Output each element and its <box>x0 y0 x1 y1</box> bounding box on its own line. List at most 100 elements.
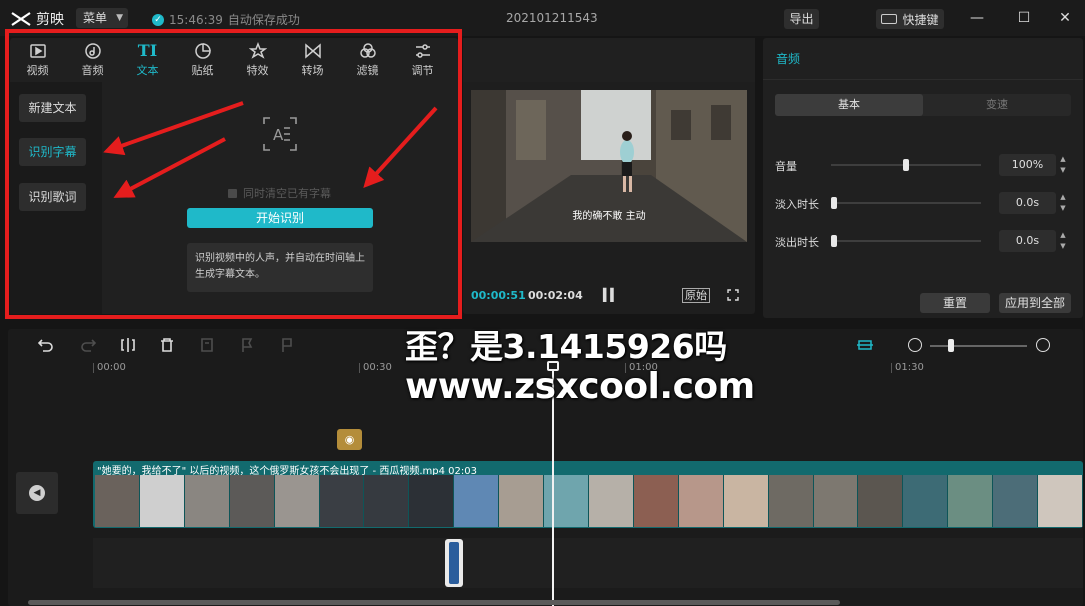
divider <box>763 79 1083 80</box>
fade-in-stepper[interactable]: ▲ ▼ <box>1057 192 1069 214</box>
delete-icon[interactable] <box>159 337 175 353</box>
thumbnail <box>544 475 589 527</box>
save-time: 15:46:39 <box>169 12 223 27</box>
fade-in-value[interactable]: 0.0s <box>999 192 1056 214</box>
clip-thumbnails <box>95 475 1083 527</box>
track-mute-button[interactable]: ◀ <box>16 472 58 514</box>
tab-basic[interactable]: 基本 <box>775 94 923 116</box>
fade-out-slider-handle[interactable] <box>831 235 837 247</box>
tool-label: 音频 <box>81 64 104 77</box>
fade-in-label: 淡入时长 <box>775 198 819 211</box>
thumbnail <box>678 475 724 527</box>
thumbnail <box>588 475 634 527</box>
aspect-original-button[interactable]: 原始 <box>682 288 710 303</box>
audio-icon <box>84 43 101 59</box>
adjust-icon <box>415 44 430 58</box>
start-recognize-button[interactable]: 开始识别 <box>187 208 373 228</box>
watermark-overlay: 歪？是3.1415926吗 www.zsxcool.com <box>405 327 785 407</box>
tool-effects[interactable]: 特效 <box>230 38 285 82</box>
thumbnail <box>948 475 994 527</box>
maximize-icon[interactable]: ☐ <box>1012 7 1036 29</box>
filter-icon <box>359 43 376 58</box>
volume-slider[interactable] <box>831 159 981 171</box>
shortcut-button[interactable]: 快捷键 <box>876 9 944 29</box>
media-toolbar: 视频 音频 TI 文本 贴纸 特效 转场 滤镜 调节 <box>10 38 458 82</box>
resource-panel: 视频 音频 TI 文本 贴纸 特效 转场 滤镜 调节 新建文本 识别字幕 识别歌… <box>10 38 458 314</box>
volume-value[interactable]: 100% <box>999 154 1056 176</box>
thumbnail <box>723 475 769 527</box>
export-button[interactable]: 导出 <box>784 9 819 29</box>
app-window: 剪映 菜单 ▼ ✓ 15:46:39 自动保存成功 202101211543 导出… <box>0 0 1085 606</box>
thumbnail <box>95 475 140 527</box>
freeze-frame-icon[interactable] <box>199 337 215 353</box>
ruler-label: 00:00 <box>97 362 126 373</box>
reset-button[interactable]: 重置 <box>920 293 990 313</box>
tool-adjust[interactable]: 调节 <box>395 38 450 82</box>
thumbnail <box>229 475 275 527</box>
audio-track[interactable] <box>93 538 1083 588</box>
thumbnail <box>858 475 904 527</box>
main-menu-button[interactable]: 菜单 ▼ <box>76 8 128 28</box>
subtitle-overlay: 我的确不敢 主动 <box>572 211 646 222</box>
thumbnail <box>633 475 679 527</box>
effect-clip[interactable]: ◉ <box>337 429 362 450</box>
thumbnail <box>768 475 814 527</box>
shortcut-label: 快捷键 <box>902 12 939 27</box>
minimize-icon[interactable]: — <box>965 7 989 29</box>
tool-label: 特效 <box>246 64 269 77</box>
text-icon: TI <box>137 41 158 60</box>
recognize-lyrics-button[interactable]: 识别歌词 <box>19 183 86 211</box>
clear-existing-label: 同时清空已有字幕 <box>243 187 331 200</box>
thumbnail <box>1038 475 1083 527</box>
tool-sticker[interactable]: 贴纸 <box>175 38 230 82</box>
fade-out-slider[interactable] <box>831 235 981 247</box>
tool-text[interactable]: TI 文本 <box>120 38 175 82</box>
audio-clip[interactable] <box>445 539 463 587</box>
volume-label: 音量 <box>775 160 797 173</box>
zoom-out-icon[interactable] <box>908 338 922 352</box>
thumbnail <box>274 475 320 527</box>
checkbox-box <box>228 188 237 198</box>
tool-video[interactable]: 视频 <box>10 38 65 82</box>
tool-filter[interactable]: 滤镜 <box>340 38 395 82</box>
panel-title: 音频 <box>776 52 801 66</box>
watermark-line-2: www.zsxcool.com <box>405 366 755 407</box>
tool-audio[interactable]: 音频 <box>65 38 120 82</box>
chevron-down-icon: ▼ <box>116 13 123 23</box>
split-icon[interactable] <box>120 337 136 353</box>
volume-slider-handle[interactable] <box>903 159 909 171</box>
ruler-tick <box>359 363 360 373</box>
tool-transition[interactable]: 转场 <box>285 38 340 82</box>
new-text-button[interactable]: 新建文本 <box>19 94 86 122</box>
marker-icon[interactable] <box>239 337 255 353</box>
apply-to-all-button[interactable]: 应用到全部 <box>999 293 1071 313</box>
fade-in-slider-handle[interactable] <box>831 197 837 209</box>
recognize-subtitles-button[interactable]: 识别字幕 <box>19 138 86 166</box>
undo-icon[interactable] <box>38 337 54 353</box>
clear-existing-checkbox[interactable]: 同时清空已有字幕 <box>228 185 331 201</box>
video-clip[interactable]: "她要的，我给不了" 以后的视频，这个俄罗斯女孩不会出现了 - 西瓜视频.mp4… <box>93 461 1083 528</box>
save-status-text: 自动保存成功 <box>227 13 300 27</box>
pause-icon[interactable]: ▍▍ <box>603 288 620 302</box>
tool-label: 滤镜 <box>356 64 379 77</box>
thumbnail <box>319 475 365 527</box>
fullscreen-icon[interactable] <box>727 289 739 301</box>
thumbnail <box>993 475 1039 527</box>
fade-out-stepper[interactable]: ▲ ▼ <box>1057 230 1069 252</box>
redo-icon[interactable] <box>80 337 96 353</box>
zoom-in-icon[interactable] <box>1036 338 1050 352</box>
tool-label: 贴纸 <box>191 64 214 77</box>
snap-icon[interactable] <box>856 337 874 353</box>
timeline-scrollbar[interactable] <box>28 600 840 605</box>
ruler-tick <box>891 363 892 373</box>
video-preview[interactable]: 我的确不敢 主动 <box>471 90 747 242</box>
zoom-slider[interactable] <box>930 345 1027 347</box>
flag-icon[interactable] <box>279 337 295 353</box>
fade-in-slider[interactable] <box>831 197 981 209</box>
thumbnail <box>454 475 500 527</box>
close-icon[interactable]: ✕ <box>1053 7 1077 29</box>
fade-out-value[interactable]: 0.0s <box>999 230 1056 252</box>
tab-speed[interactable]: 变速 <box>923 94 1071 116</box>
zoom-slider-handle[interactable] <box>948 339 954 352</box>
volume-stepper[interactable]: ▲ ▼ <box>1057 154 1069 176</box>
